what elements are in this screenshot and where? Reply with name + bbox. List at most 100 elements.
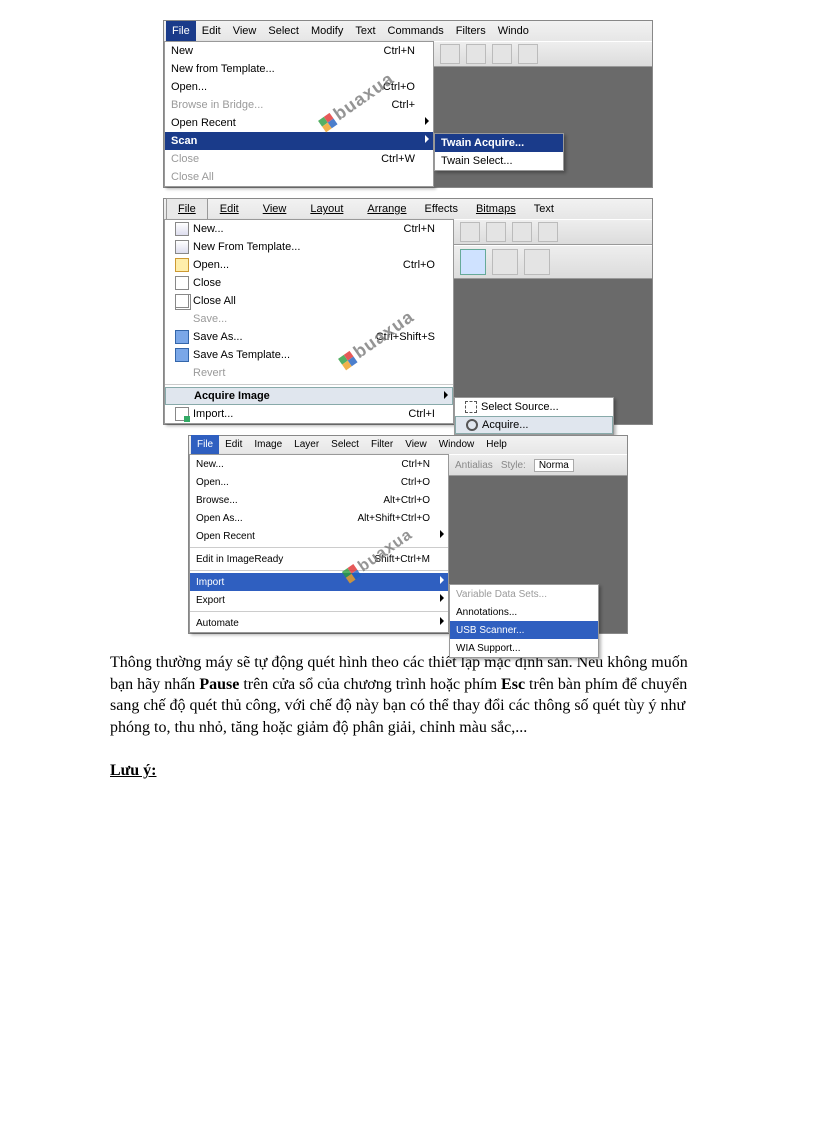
menubar: File Edit View Select Modify Text Comman… [164,21,652,41]
submenu-annotations[interactable]: Annotations... [450,603,598,621]
menu-item-automate[interactable]: Automate [190,614,448,632]
new-file-icon [175,222,189,236]
menu-arrange[interactable]: Arrange [355,199,418,219]
menubar: File Edit View Layout Arrange Effects Bi… [164,199,652,219]
submenu-variable-data: Variable Data Sets... [450,585,598,603]
toolbar-button[interactable] [440,44,460,64]
submenu-acquire[interactable]: Acquire... [455,416,613,434]
menu-item-browse[interactable]: Browse...Alt+Ctrl+O [190,491,448,509]
menu-edit[interactable]: Edit [196,21,227,41]
menu-filters[interactable]: Filters [450,21,492,41]
submenu-twain-acquire[interactable]: Twain Acquire... [435,134,563,152]
menu-item-new[interactable]: NewCtrl+N [165,42,433,60]
chevron-right-icon [425,135,429,143]
menu-select[interactable]: Select [262,21,305,41]
menu-text[interactable]: Text [528,199,560,219]
chevron-right-icon [440,594,444,602]
submenu-usb-scanner[interactable]: USB Scanner... [450,621,598,639]
toolbar-row2 [454,245,652,279]
menu-item-export[interactable]: Export [190,591,448,609]
open-folder-icon [175,258,189,272]
menu-item-save-template[interactable]: Save As Template... [165,346,453,364]
save-template-icon [175,348,189,362]
menu-effects[interactable]: Effects [419,199,464,219]
menu-item-open[interactable]: Open...Ctrl+O [190,473,448,491]
file-dropdown: NewCtrl+N New from Template... Open...Ct… [164,41,434,187]
menu-file[interactable]: File [166,198,208,220]
note-heading: Lưu ý: [110,762,706,780]
submenu-select-source[interactable]: Select Source... [455,398,613,416]
menu-item-new[interactable]: New...Ctrl+N [165,220,453,238]
pause-keyword: Pause [199,676,239,693]
toolbar-button[interactable] [512,222,532,242]
style-label: Style: [501,460,526,471]
screenshot-coreldraw: File Edit View Layout Arrange Effects Bi… [163,198,653,425]
menu-item-open-recent[interactable]: Open Recent [190,527,448,545]
menu-edit[interactable]: Edit [219,435,248,455]
menu-modify[interactable]: Modify [305,21,349,41]
chevron-right-icon [440,617,444,625]
toolbar-row1 [454,219,652,245]
submenu-wia-support[interactable]: WIA Support... [450,639,598,657]
menu-item-close-all[interactable]: Close All [165,292,453,310]
menu-file[interactable]: File [166,21,196,41]
menu-item-close[interactable]: Close [165,274,453,292]
menu-layer[interactable]: Layer [288,435,325,455]
toolbar-button[interactable] [518,44,538,64]
menu-view[interactable]: View [399,435,433,455]
menu-select[interactable]: Select [325,435,365,455]
menu-text[interactable]: Text [349,21,381,41]
antialias-label: Antialias [455,460,493,471]
menu-bitmaps[interactable]: Bitmaps [464,199,528,219]
import-submenu: Variable Data Sets... Annotations... USB… [449,584,599,658]
toolbar-button[interactable] [492,44,512,64]
menu-item-import[interactable]: Import [190,573,448,591]
toolbar-button[interactable] [538,222,558,242]
acquire-submenu: Select Source... Acquire... [454,397,614,435]
menu-item-new-template[interactable]: New from Template... [165,60,433,78]
menu-item-close-all: Close All [165,168,433,186]
menu-edit[interactable]: Edit [208,199,251,219]
menu-commands[interactable]: Commands [382,21,450,41]
submenu-twain-select[interactable]: Twain Select... [435,152,563,170]
menu-window[interactable]: Window [433,435,481,455]
menu-view[interactable]: View [251,199,299,219]
screenshot-photoshop: File Edit Image Layer Select Filter View… [188,435,628,634]
menu-item-revert: Revert [165,364,453,382]
menu-item-browse-bridge: Browse in Bridge...Ctrl+ [165,96,433,114]
menu-item-scan[interactable]: Scan [165,132,433,150]
save-icon [175,330,189,344]
menubar: File Edit Image Layer Select Filter View… [189,436,627,454]
file-dropdown: New...Ctrl+N Open...Ctrl+O Browse...Alt+… [189,454,449,633]
toolbar-button[interactable] [466,44,486,64]
menu-image[interactable]: Image [248,435,288,455]
toolbar [434,41,652,67]
menu-item-open[interactable]: Open...Ctrl+O [165,256,453,274]
toolbar-button[interactable] [486,222,506,242]
toolbar-button[interactable] [524,249,550,275]
menu-help[interactable]: Help [480,435,513,455]
menu-item-import[interactable]: Import...Ctrl+I [165,405,453,423]
menu-item-open-as[interactable]: Open As...Alt+Shift+Ctrl+O [190,509,448,527]
menu-window[interactable]: Windo [492,21,535,41]
esc-keyword: Esc [501,676,525,693]
toolbar-button[interactable] [492,249,518,275]
menu-item-edit-imageready[interactable]: Edit in ImageReadyShift+Ctrl+M [190,550,448,568]
menu-item-new[interactable]: New...Ctrl+N [190,455,448,473]
toolbar-button[interactable] [460,222,480,242]
toolbar-button[interactable] [460,249,486,275]
menu-item-acquire-image[interactable]: Acquire Image [165,387,453,405]
menu-item-open[interactable]: Open...Ctrl+O [165,78,433,96]
menu-layout[interactable]: Layout [298,199,355,219]
menu-item-new-template[interactable]: New From Template... [165,238,453,256]
menu-view[interactable]: View [227,21,263,41]
scan-submenu: Twain Acquire... Twain Select... [434,133,564,171]
menu-item-save-as[interactable]: Save As...Ctrl+Shift+S [165,328,453,346]
select-source-icon [465,401,477,413]
chevron-right-icon [444,391,448,399]
screenshot-fireworks: File Edit View Select Modify Text Comman… [163,20,653,188]
menu-filter[interactable]: Filter [365,435,399,455]
style-value[interactable]: Norma [534,459,574,472]
menu-file[interactable]: File [191,435,219,455]
menu-item-open-recent[interactable]: Open Recent [165,114,433,132]
